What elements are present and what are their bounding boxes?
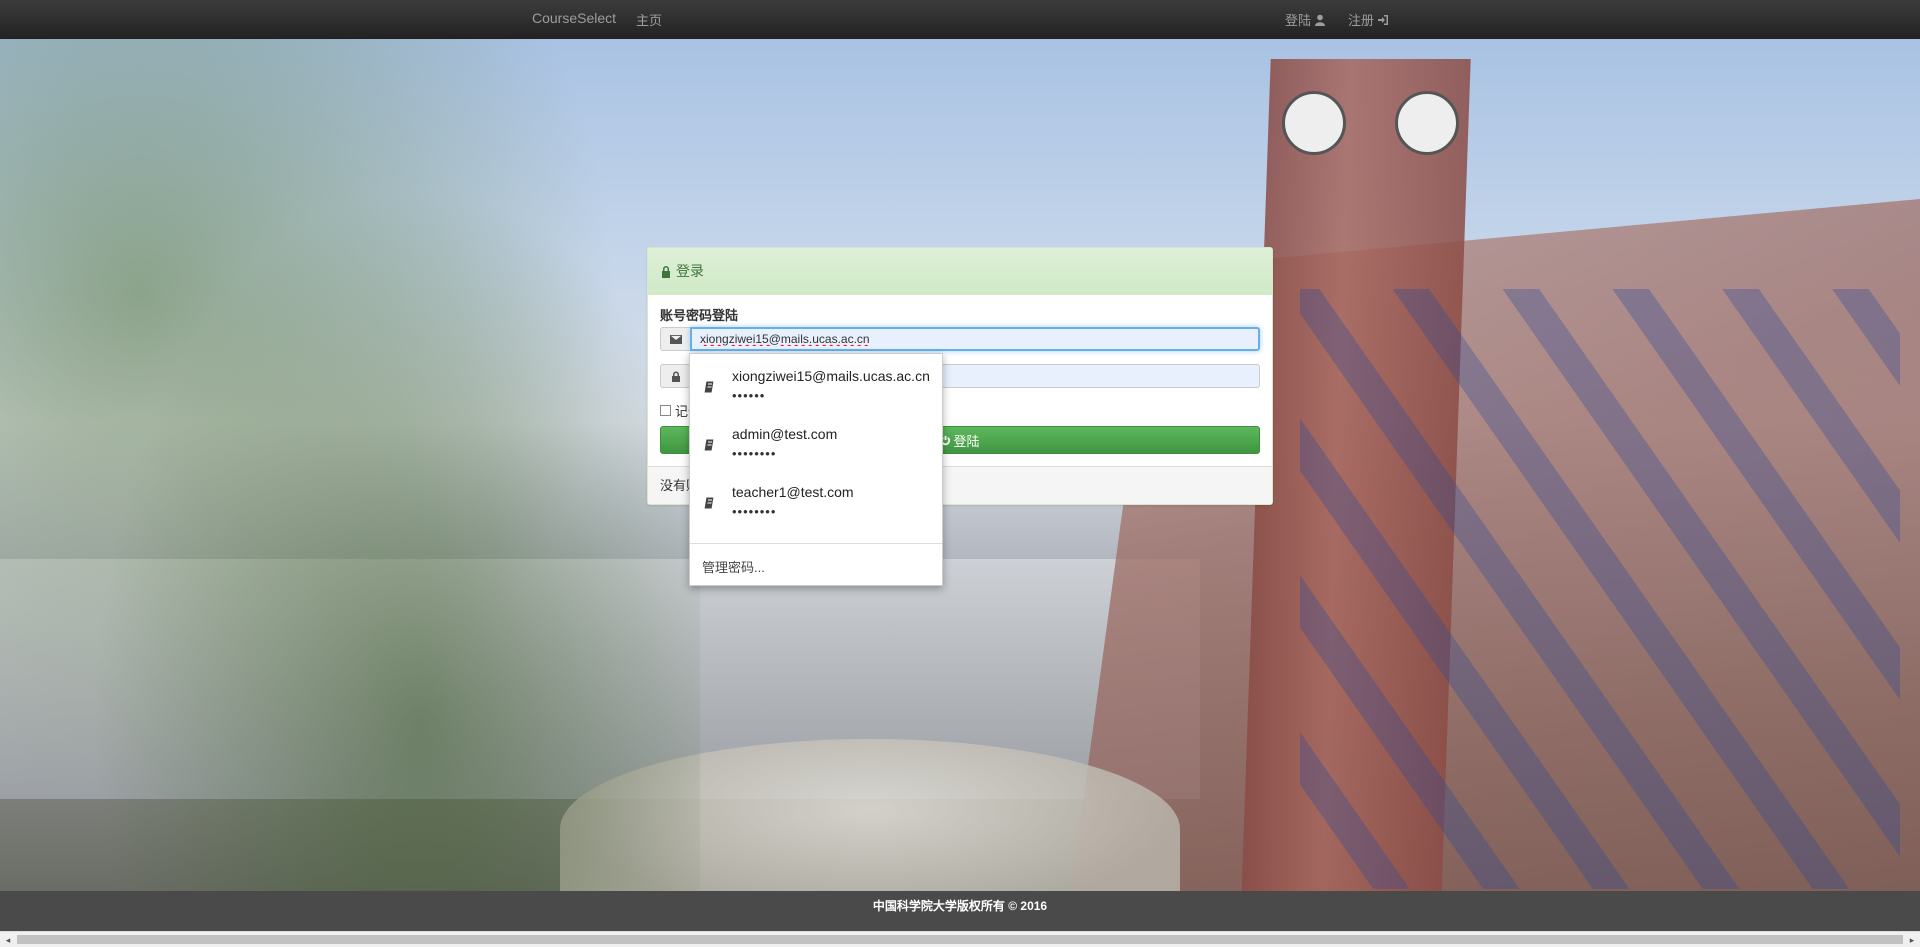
email-field[interactable]: [690, 327, 1260, 351]
login-button-label: 登陆: [953, 433, 980, 449]
key-icon: [703, 496, 715, 510]
nav-login-label: 登陆: [1285, 13, 1312, 28]
user-icon: [1315, 14, 1326, 26]
copyright-text: 中国科学院大学版权所有 © 2016: [872, 899, 1048, 913]
panel-title: 登录: [676, 263, 704, 279]
autofill-email: xiongziwei15@mails.ucas.ac.cn: [732, 368, 930, 384]
manage-passwords-link[interactable]: 管理密码...: [690, 543, 942, 585]
autofill-item-text: xiongziwei15@mails.ucas.ac.cn ••••••: [732, 368, 930, 403]
scrollbar-thumb[interactable]: [17, 935, 1903, 944]
autofill-item[interactable]: xiongziwei15@mails.ucas.ac.cn ••••••: [690, 354, 942, 412]
autofill-item-text: teacher1@test.com ••••••••: [732, 484, 854, 519]
panel-heading: 登录: [648, 248, 1272, 295]
nav-home-link[interactable]: 主页: [636, 10, 662, 29]
lock-icon: [662, 265, 670, 278]
nav-register-label: 注册: [1348, 13, 1375, 28]
clock-face: [1282, 91, 1346, 155]
scroll-right-arrow-icon[interactable]: ▸: [1907, 934, 1917, 946]
email-input-group: [660, 327, 1260, 351]
autofill-email: admin@test.com: [732, 426, 838, 442]
autofill-item[interactable]: teacher1@test.com ••••••••: [690, 470, 942, 528]
key-icon: [703, 380, 715, 394]
sign-in-icon: [1378, 14, 1389, 25]
autofill-password: ••••••: [732, 388, 766, 403]
building-sign: [1300, 289, 1900, 889]
remember-checkbox[interactable]: [660, 405, 671, 416]
top-navbar: CourseSelect 主页 登陆 注册: [0, 0, 1920, 40]
email-addon: [660, 327, 690, 351]
nav-register-link[interactable]: 注册: [1348, 10, 1389, 29]
envelope-icon: [669, 334, 682, 344]
form-title: 账号密码登陆: [660, 308, 739, 323]
autofill-password: ••••••••: [732, 446, 777, 461]
clock-face: [1395, 91, 1459, 155]
scroll-left-arrow-icon[interactable]: ◂: [3, 934, 13, 946]
brand-link[interactable]: CourseSelect: [532, 10, 616, 26]
nav-login-link[interactable]: 登陆: [1285, 10, 1326, 29]
autofill-password: ••••••••: [732, 504, 777, 519]
tree-foliage: [0, 39, 700, 891]
autofill-item-text: admin@test.com ••••••••: [732, 426, 837, 461]
autofill-item[interactable]: admin@test.com ••••••••: [690, 412, 942, 470]
password-addon: [660, 364, 690, 388]
autofill-dropdown: xiongziwei15@mails.ucas.ac.cn •••••• adm…: [689, 353, 943, 586]
page-footer: 中国科学院大学版权所有 © 2016: [0, 891, 1920, 931]
lock-icon: [671, 371, 680, 382]
key-icon: [703, 438, 715, 452]
horizontal-scrollbar[interactable]: ◂ ▸: [0, 931, 1920, 947]
autofill-email: teacher1@test.com: [732, 484, 854, 500]
